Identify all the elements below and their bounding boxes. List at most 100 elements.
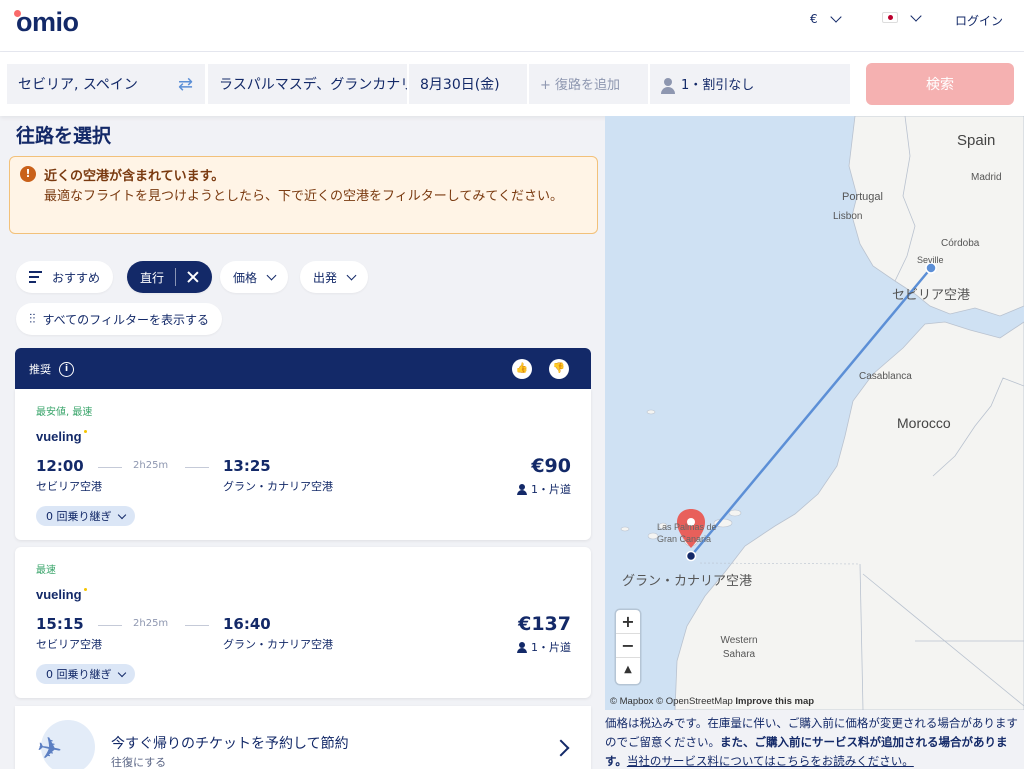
date-field[interactable]: 8月30日(金) — [409, 64, 527, 104]
omio-logo[interactable]: omio — [14, 7, 79, 38]
arrival-station: グラン・カナリア空港 — [223, 480, 333, 493]
duration-line — [98, 467, 122, 468]
chip-label: おすすめ — [52, 270, 101, 285]
passenger-info: 1・片道 — [517, 481, 571, 497]
chevron-down-icon — [829, 11, 842, 23]
map-label-morocco: Morocco — [897, 415, 951, 431]
stops-label: 0 回乗り継ぎ — [46, 510, 112, 523]
map-label-gran-canaria-airport: グラン・カナリア空港 — [622, 573, 753, 588]
chevron-down-icon — [266, 270, 277, 280]
map-label-portugal: Portugal — [842, 191, 883, 203]
map-label-madrid: Madrid — [971, 172, 1002, 183]
map-zoom-controls: + − ▲ — [616, 610, 640, 684]
map-attribution: © Mapbox © OpenStreetMap Improve this ma… — [605, 694, 1024, 710]
language-selector[interactable] — [882, 9, 922, 23]
result-card[interactable]: 最安値, 最速 vueling 12:00 2h25m 13:25 セビリア空港… — [15, 389, 591, 540]
map-label-casablanca: Casablanca — [859, 371, 912, 382]
page-title: 往路を選択 — [16, 125, 112, 147]
map-label-seville-airport: セビリア空港 — [892, 287, 971, 302]
pax-label: 1・片道 — [531, 483, 571, 496]
stops-label: 0 回乗り継ぎ — [46, 668, 112, 681]
notice-body: 最適なフライトを見つけようとしたら、下で近くの空港をフィルターしてみてください。 — [44, 189, 563, 204]
chip-label: 出発 — [313, 270, 338, 285]
departure-time: 12:00 — [36, 457, 84, 475]
currency-label: € — [810, 12, 818, 26]
stops-badge[interactable]: 0 回乗り継ぎ — [36, 664, 135, 684]
chevron-down-icon — [910, 9, 922, 22]
price-disclaimer: 価格は税込みです。在庫量に伴い、ご購入前に価格が変更される場合がありますのでご留… — [605, 714, 1020, 769]
pax-label: 1・片道 — [531, 641, 571, 654]
notice-title: 近くの空港が含まれています。 — [44, 169, 225, 184]
alert-icon: ! — [20, 166, 36, 182]
map-label-las-palmas: Las Palmas de Gran Canaria — [657, 522, 717, 544]
promo-title: 今すぐ帰りのチケットを予約して節約 — [111, 736, 349, 752]
attribution-text[interactable]: © Mapbox © OpenStreetMap — [610, 696, 733, 707]
nearby-airports-notice: ! 近くの空港が含まれています。 最適なフライトを見つけようとしたら、下で近くの… — [9, 156, 598, 234]
chevron-down-icon — [346, 270, 357, 280]
passengers-field[interactable]: 1・割引なし — [650, 64, 850, 104]
search-bar: セビリア, スペイン ⇄ ラスパルマスデ、グランカナリア 8月30日(金) + … — [0, 52, 1024, 116]
search-button[interactable]: 検索 — [866, 63, 1014, 105]
duration-line — [185, 625, 209, 626]
person-icon — [517, 483, 527, 495]
service-fee-link[interactable]: 当社のサービス料についてはこちらをお読みください。 — [627, 754, 914, 768]
japan-flag-icon — [882, 12, 898, 23]
map-label-spain: Spain — [957, 132, 996, 149]
price: €137 — [518, 613, 571, 635]
departure-time: 15:15 — [36, 615, 84, 633]
thumbs-up-icon[interactable]: 👍 — [512, 359, 532, 379]
recommended-label: 推奨 i — [29, 361, 74, 377]
all-filters-chip[interactable]: ⫶⫶ すべてのフィルターを表示する — [16, 303, 222, 335]
chip-label: すべてのフィルターを表示する — [42, 312, 209, 327]
zoom-out-button[interactable]: − — [616, 634, 640, 658]
route-map[interactable]: Spain Madrid Portugal Lisbon Córdoba Sev… — [605, 116, 1024, 710]
person-icon — [661, 77, 675, 94]
airline-logo: vueling — [36, 429, 86, 444]
destination-field[interactable]: ラスパルマスデ、グランカナリア — [208, 64, 407, 104]
currency-selector[interactable]: € — [810, 11, 842, 26]
passenger-info: 1・片道 — [517, 639, 571, 655]
compass-button[interactable]: ▲ — [616, 658, 640, 682]
sort-icon — [29, 270, 45, 284]
result-tags: 最速 — [36, 565, 56, 576]
info-icon[interactable]: i — [59, 361, 74, 377]
map-label-western-sahara: Western Sahara — [720, 635, 758, 660]
close-icon[interactable] — [187, 271, 199, 283]
chevron-down-icon — [117, 510, 126, 519]
top-bar: omio € ログイン — [0, 0, 1024, 52]
origin-field[interactable]: セビリア, スペイン — [7, 64, 205, 104]
chevron-right-icon — [552, 739, 570, 757]
chip-separator — [175, 268, 177, 286]
swap-icon[interactable]: ⇄ — [178, 74, 193, 95]
sort-recommended-chip[interactable]: おすすめ — [16, 261, 114, 293]
passengers-label: 1・割引なし — [681, 78, 755, 93]
thumbs-down-icon[interactable]: 👎 — [549, 359, 569, 379]
map-label-seville: Seville — [917, 255, 944, 265]
duration: 2h25m — [133, 460, 169, 471]
arrival-station: グラン・カナリア空港 — [223, 638, 333, 651]
result-card[interactable]: 最速 vueling 15:15 2h25m 16:40 セビリア空港 グラン・… — [15, 547, 591, 698]
departure-station: セビリア空港 — [36, 638, 102, 651]
zoom-in-button[interactable]: + — [616, 610, 640, 634]
result-tags: 最安値, 最速 — [36, 407, 93, 418]
price: €90 — [531, 455, 571, 477]
sliders-icon: ⫶⫶ — [29, 311, 36, 327]
map-label-cordoba: Córdoba — [941, 238, 980, 249]
improve-map-link[interactable]: Improve this map — [735, 696, 814, 707]
direct-filter-chip[interactable]: 直行 — [127, 261, 213, 293]
recommended-text: 推奨 — [29, 363, 51, 376]
stops-badge[interactable]: 0 回乗り継ぎ — [36, 506, 135, 526]
promo-subtitle: 往復にする — [111, 756, 167, 769]
login-link[interactable]: ログイン — [955, 12, 1003, 29]
map-label-lisbon: Lisbon — [833, 211, 863, 222]
duration-line — [98, 625, 122, 626]
departure-station: セビリア空港 — [36, 480, 102, 493]
departure-filter-chip[interactable]: 出発 — [300, 261, 369, 293]
arrival-time: 16:40 — [223, 615, 271, 633]
logo-dot — [14, 10, 21, 17]
price-filter-chip[interactable]: 価格 — [220, 261, 289, 293]
return-date-field[interactable]: + 復路を追加 — [529, 64, 648, 104]
return-ticket-promo[interactable]: ✈ 今すぐ帰りのチケットを予約して節約 往復にする — [15, 706, 591, 769]
chevron-down-icon — [117, 668, 126, 677]
duration-line — [185, 467, 209, 468]
